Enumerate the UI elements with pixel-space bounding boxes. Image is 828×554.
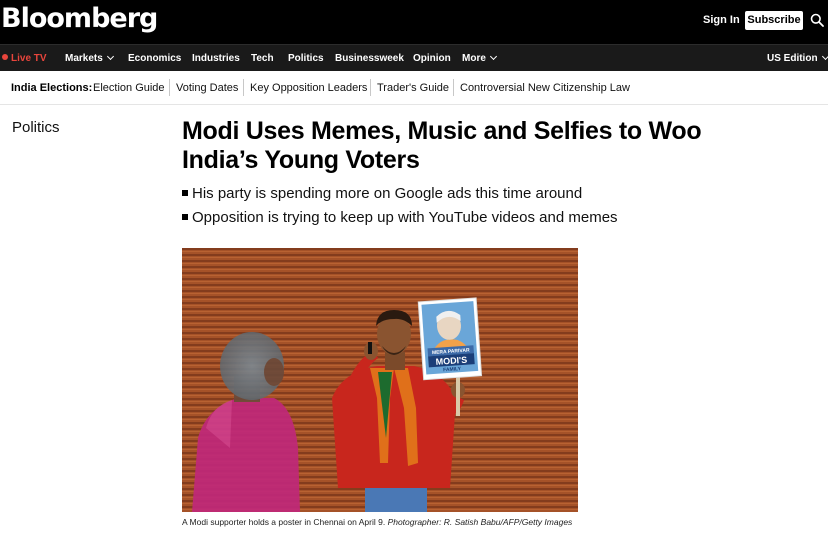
caption-text: A Modi supporter holds a poster in Chenn… [182, 517, 386, 527]
photo-caption: A Modi supporter holds a poster in Chenn… [182, 516, 592, 528]
nav-industries[interactable]: Industries [192, 53, 240, 64]
photo-illustration: MERA PARIVAR MODI'S FAMILY [182, 248, 578, 512]
sign-in-link[interactable]: Sign In [703, 14, 740, 26]
nav-more-label: More [462, 53, 486, 64]
subnav-citizenship-law[interactable]: Controversial New Citizenship Law [460, 82, 630, 94]
top-bar: Bloomberg Sign In Subscribe [0, 0, 828, 44]
summary-bullet: His party is spending more on Google ads… [182, 185, 582, 202]
edition-selector[interactable]: US Edition [767, 52, 828, 64]
nav-economics[interactable]: Economics [128, 53, 181, 64]
bloomberg-logo[interactable]: Bloomberg [1, 3, 158, 34]
subnav-voting-dates[interactable]: Voting Dates [176, 82, 238, 94]
chevron-down-icon [489, 52, 497, 61]
live-tv-label: Live TV [11, 53, 47, 64]
live-dot-icon [2, 54, 8, 60]
subnav-label: India Elections: [11, 82, 93, 94]
divider [169, 79, 170, 96]
summary-bullet: Opposition is trying to keep up with You… [182, 209, 618, 226]
divider [243, 79, 244, 96]
bullet-square-icon [182, 214, 188, 220]
nav-opinion[interactable]: Opinion [413, 53, 451, 64]
article-headline: Modi Uses Memes, Music and Selfies to Wo… [182, 117, 702, 174]
live-tv-link[interactable]: Live TV [2, 53, 47, 64]
subnav-traders-guide[interactable]: Trader's Guide [377, 82, 449, 94]
nav-tech[interactable]: Tech [251, 53, 274, 64]
search-icon[interactable] [810, 13, 824, 27]
lead-photo: MERA PARIVAR MODI'S FAMILY [182, 248, 578, 512]
subnav-key-opposition-leaders[interactable]: Key Opposition Leaders [250, 82, 367, 94]
subscribe-button[interactable]: Subscribe [745, 11, 803, 30]
section-label[interactable]: Politics [12, 119, 60, 136]
photo-credit: Photographer: R. Satish Babu/AFP/Getty I… [387, 517, 573, 527]
summary-bullet-text: Opposition is trying to keep up with You… [192, 209, 618, 226]
summary-bullet-text: His party is spending more on Google ads… [192, 185, 583, 202]
chevron-down-icon [106, 52, 114, 61]
chevron-down-icon [821, 52, 828, 61]
divider [370, 79, 371, 96]
nav-politics[interactable]: Politics [288, 53, 324, 64]
nav-markets-label: Markets [65, 53, 103, 64]
subnav-election-guide[interactable]: Election Guide [93, 82, 165, 94]
divider [453, 79, 454, 96]
edition-label: US Edition [767, 53, 818, 64]
nav-more[interactable]: More [462, 52, 497, 64]
india-elections-subnav: India Elections: Election Guide Voting D… [0, 71, 828, 105]
nav-businessweek[interactable]: Businessweek [335, 53, 404, 64]
bullet-square-icon [182, 190, 188, 196]
nav-markets[interactable]: Markets [65, 52, 114, 64]
main-nav: Live TV Markets Economics Industries Tec… [0, 44, 828, 71]
